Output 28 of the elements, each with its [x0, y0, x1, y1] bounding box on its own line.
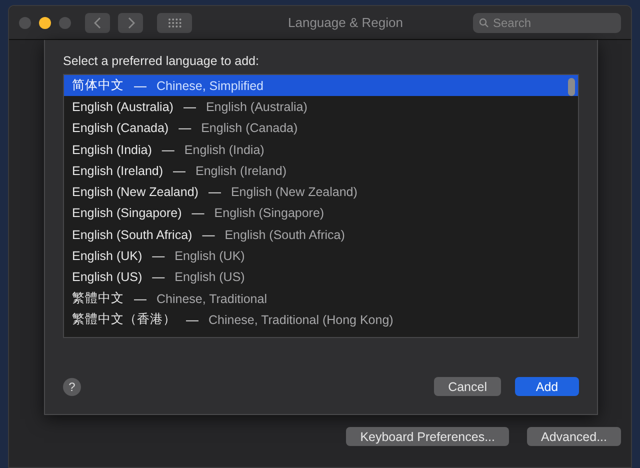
- language-row[interactable]: English (Canada) — English (Canada): [64, 118, 578, 139]
- language-row[interactable]: English (Australia) — English (Australia): [64, 96, 578, 118]
- language-row[interactable]: English (India) — English (India): [64, 138, 578, 160]
- language-row[interactable]: English (Ireland) — English (Ireland): [64, 160, 578, 182]
- window-title: Language & Region: [288, 15, 404, 30]
- language-row[interactable]: English (Singapore) — English (Singapore): [64, 202, 578, 224]
- minimize-light[interactable]: [39, 16, 51, 28]
- language-row[interactable]: 繁體中文（香港） — Chinese, Traditional (Hong Kong): [64, 309, 578, 331]
- language-row[interactable]: English (UK) — English (UK): [64, 245, 578, 267]
- help-button[interactable]: ?: [63, 378, 81, 396]
- language-row[interactable]: English (US) — English (US): [64, 266, 578, 288]
- language-row[interactable]: English (New Zealand) — English (New Zealand): [64, 181, 578, 203]
- search-field[interactable]: Search: [473, 12, 621, 32]
- add-button[interactable]: Add: [515, 377, 579, 396]
- scrollbar-thumb[interactable]: [568, 78, 575, 96]
- language-row[interactable]: 简体中文 — Chinese, Simplified: [64, 75, 578, 96]
- advanced-button[interactable]: Advanced...: [526, 427, 621, 446]
- cancel-button[interactable]: Cancel: [434, 377, 501, 396]
- show-all-button[interactable]: [157, 12, 192, 32]
- keyboard-preferences-button[interactable]: Keyboard Preferences...: [346, 427, 509, 446]
- sheet-prompt: Select a preferred language to add:: [63, 54, 260, 68]
- chevron-left-icon: [94, 16, 102, 28]
- back-button[interactable]: [85, 12, 110, 32]
- language-row[interactable]: English (South Africa) — English (South Africa): [64, 224, 578, 246]
- chevron-right-icon: [126, 16, 134, 28]
- forward-button[interactable]: [118, 12, 143, 32]
- grid-icon: [168, 18, 182, 28]
- language-row[interactable]: 繁體中文 — Chinese, Traditional: [64, 288, 578, 310]
